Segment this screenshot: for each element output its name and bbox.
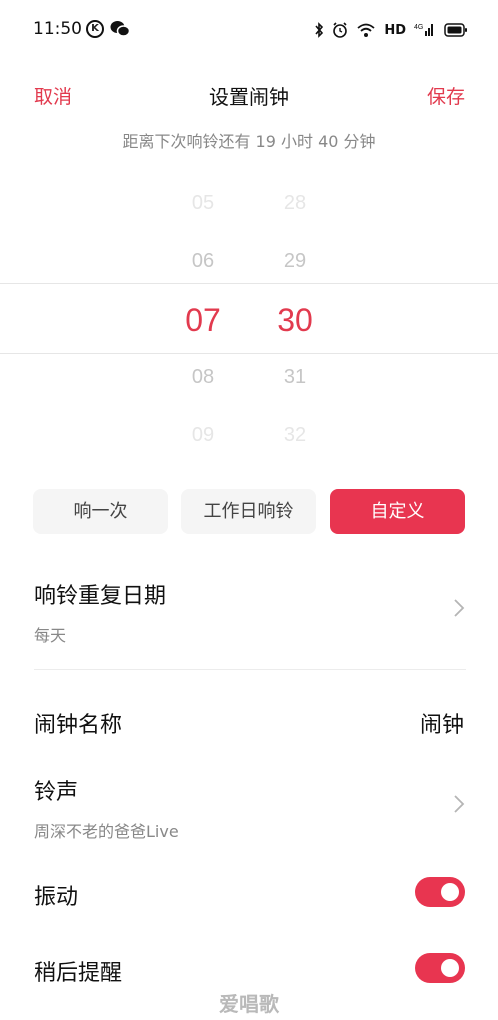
repeat-days-value: 每天 — [34, 626, 67, 645]
picker-top-divider — [0, 283, 498, 284]
minute-option[interactable]: 31 — [265, 366, 325, 389]
alarm-name-title: 闹钟名称 — [34, 713, 123, 738]
snooze-toggle[interactable] — [415, 953, 465, 983]
toggle-knob — [441, 959, 459, 977]
hour-option[interactable]: 06 — [173, 250, 233, 273]
wifi-icon — [356, 22, 376, 38]
watermark: 爱唱歌 — [219, 992, 279, 1016]
vibration-title: 振动 — [34, 885, 79, 910]
picker-bottom-divider — [0, 353, 498, 354]
countdown-text: 距离下次响铃还有 19 小时 40 分钟 — [122, 132, 376, 151]
status-bar: 11:50 K HD 4G — [0, 0, 498, 60]
save-button[interactable]: 保存 — [427, 82, 465, 109]
cellular-signal-icon: 4G — [414, 22, 436, 38]
hour-option[interactable]: 08 — [173, 366, 233, 389]
svg-text:4G: 4G — [414, 24, 423, 31]
hd-voice-icon: HD — [384, 22, 406, 38]
time-picker: 05 06 07 08 09 28 29 30 31 32 — [0, 180, 498, 450]
custom-button[interactable]: 自定义 — [330, 489, 465, 534]
repeat-days-title: 响铃重复日期 — [34, 584, 167, 609]
minute-option[interactable]: 29 — [265, 250, 325, 273]
k-app-icon: K — [86, 20, 104, 38]
minute-option[interactable]: 32 — [265, 424, 325, 447]
section-divider — [34, 669, 466, 670]
minute-selected[interactable]: 30 — [265, 302, 325, 339]
minute-option[interactable]: 28 — [265, 192, 325, 215]
ringtone-value: 周深不老的爸爸Live — [34, 822, 179, 841]
status-icons: HD 4G — [314, 19, 468, 41]
chevron-right-icon — [452, 794, 466, 814]
page-title: 设置闹钟 — [209, 85, 289, 109]
snooze-title: 稍后提醒 — [34, 961, 123, 986]
workday-button[interactable]: 工作日响铃 — [181, 489, 316, 534]
toggle-knob — [441, 883, 459, 901]
ring-once-button[interactable]: 响一次 — [33, 489, 168, 534]
hour-selected[interactable]: 07 — [173, 302, 233, 339]
alarm-clock-icon — [332, 22, 348, 38]
ringtone-title: 铃声 — [34, 780, 79, 805]
alarm-name-value: 闹钟 — [419, 713, 464, 738]
top-nav: 取消 设置闹钟 保存 — [0, 72, 498, 116]
repeat-mode-selector: 响一次 工作日响铃 自定义 — [33, 489, 465, 534]
bluetooth-icon — [314, 22, 324, 38]
hour-option[interactable]: 05 — [173, 192, 233, 215]
vibration-toggle[interactable] — [415, 877, 465, 907]
hour-option[interactable]: 09 — [173, 424, 233, 447]
wechat-icon — [110, 20, 131, 38]
chevron-right-icon — [452, 598, 466, 618]
battery-icon — [444, 23, 468, 37]
status-time: 11:50 — [33, 19, 82, 39]
